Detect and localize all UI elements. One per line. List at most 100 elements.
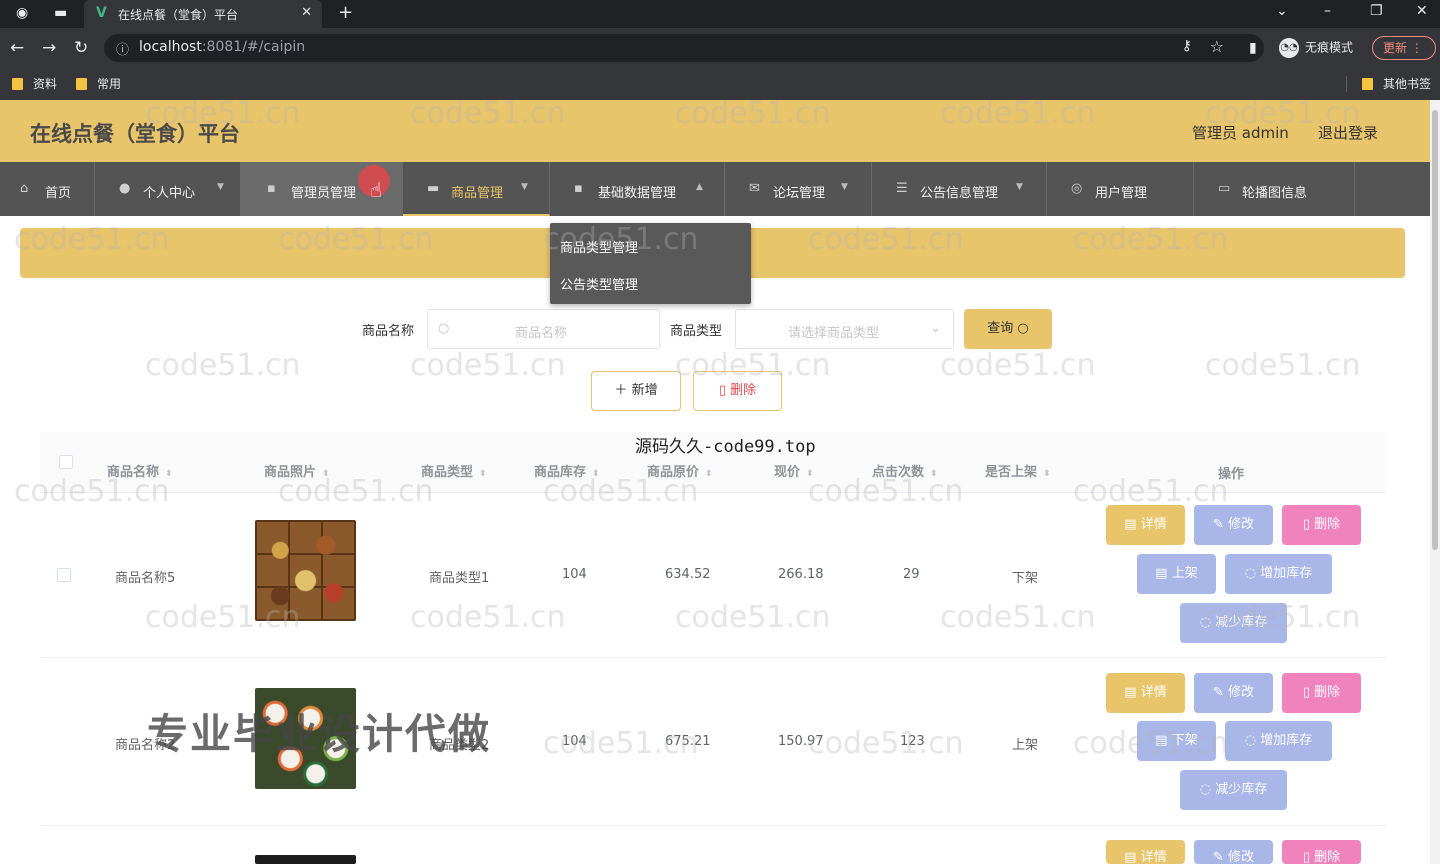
add-button[interactable]: ＋ 新增: [591, 371, 681, 411]
menu-item-users[interactable]: ◎ 用户管理: [1047, 162, 1194, 216]
side-panel-icon[interactable]: ▮: [1249, 40, 1257, 56]
update-label: 更新: [1383, 41, 1408, 55]
minimize-icon[interactable]: –: [1324, 3, 1331, 19]
new-tab-button[interactable]: +: [338, 2, 353, 23]
col-header-price[interactable]: 现价 ⬍: [774, 461, 814, 480]
update-button[interactable]: 更新 ⋮: [1372, 36, 1436, 60]
data-icon: ▪: [574, 181, 583, 196]
back-icon[interactable]: ←: [10, 38, 24, 58]
site-info-icon[interactable]: ⓘ: [116, 39, 129, 58]
batch-delete-button[interactable]: ▯ 删除: [693, 371, 782, 411]
row-checkbox[interactable]: [57, 568, 71, 582]
cell-price: 266.18: [778, 567, 824, 582]
menu-item-home[interactable]: ⌂ 首页: [0, 162, 95, 216]
cell-clicks: 123: [900, 734, 925, 749]
password-key-icon[interactable]: ⚷: [1182, 38, 1192, 54]
goods-type-select[interactable]: 请选择商品类型 ⌄: [735, 309, 954, 349]
col-header-photo[interactable]: 商品照片 ⬍: [264, 461, 330, 480]
edit-button[interactable]: ✎ 修改: [1194, 840, 1273, 864]
sort-icon[interactable]: ⬍: [930, 469, 938, 479]
col-header-orig-price[interactable]: 商品原价 ⬍: [647, 461, 713, 480]
detail-button[interactable]: ▤ 详情: [1106, 673, 1185, 713]
restore-icon[interactable]: ❐: [1370, 3, 1383, 19]
forward-icon[interactable]: →: [42, 38, 56, 58]
bookmark-star-icon[interactable]: ☆: [1210, 37, 1224, 56]
cell-type: 商品类型1: [429, 571, 490, 586]
sub-stock-button[interactable]: ◌ 减少库存: [1180, 603, 1287, 643]
goods-photo: [255, 520, 356, 621]
edit-button[interactable]: ✎ 修改: [1194, 505, 1273, 545]
sort-icon[interactable]: ⬍: [592, 469, 600, 479]
page-title: 在线点餐（堂食）平台: [30, 122, 240, 146]
menu-label: 管理员管理: [291, 186, 357, 201]
dropdown-item-notice-type[interactable]: 公告类型管理: [560, 274, 638, 293]
chevron-down-icon: ▼: [521, 182, 528, 192]
menu-item-profile[interactable]: ● 个人中心 ▼: [95, 162, 241, 216]
browser-tab[interactable]: V 在线点餐（堂食）平台 ✕: [84, 0, 322, 28]
row-delete-button[interactable]: ▯ 删除: [1282, 673, 1361, 713]
sort-icon[interactable]: ⬍: [322, 469, 330, 479]
shelf-toggle-button[interactable]: ▤ 上架: [1137, 554, 1216, 594]
detail-button[interactable]: ▤ 详情: [1106, 840, 1185, 864]
col-header-name[interactable]: 商品名称 ⬍: [107, 461, 173, 480]
tab-close-icon[interactable]: ✕: [301, 5, 312, 20]
scrollbar-thumb[interactable]: [1432, 110, 1438, 550]
sort-icon[interactable]: ⬍: [705, 469, 713, 479]
search-icon: ○: [1017, 321, 1029, 336]
menu-label: 基础数据管理: [598, 186, 677, 201]
browser-tabbar: ◉ ▬ V 在线点餐（堂食）平台 ✕ + ⌄ – ❐ ✕: [0, 0, 1440, 28]
folder-icon: [76, 78, 87, 90]
cell-stock: 104: [562, 567, 587, 582]
cell-status: 下架: [1012, 571, 1039, 586]
shelf-toggle-button[interactable]: ▤ 下架: [1137, 721, 1216, 761]
query-button[interactable]: 查询 ○: [964, 309, 1052, 349]
select-all-checkbox[interactable]: [59, 455, 73, 469]
window-icon[interactable]: ▬: [54, 5, 67, 21]
detail-button[interactable]: ▤ 详情: [1106, 505, 1185, 545]
sort-icon[interactable]: ⬍: [806, 469, 814, 479]
col-header-type[interactable]: 商品类型 ⬍: [421, 461, 487, 480]
sub-stock-button[interactable]: ◌ 减少库存: [1180, 770, 1287, 810]
goods-name-input[interactable]: ○ 商品名称: [427, 309, 660, 349]
menu-label: 个人中心: [143, 186, 196, 201]
incognito-badge[interactable]: ◔◔ 无痕模式: [1279, 38, 1353, 58]
close-window-icon[interactable]: ✕: [1416, 3, 1428, 19]
sort-icon[interactable]: ⬍: [1043, 469, 1051, 479]
bookmark-folder-1[interactable]: 资料: [12, 75, 57, 92]
menu-item-goods[interactable]: ▬ 商品管理 ▼: [403, 162, 550, 216]
row-delete-button[interactable]: ▯ 删除: [1282, 505, 1361, 545]
browser-menu-icon[interactable]: ◉: [16, 5, 28, 21]
user-icon: ●: [119, 181, 131, 196]
row-divider: [40, 492, 1385, 493]
folder-icon: [12, 78, 23, 90]
bookmark-label: 资料: [33, 77, 58, 91]
menu-item-carousel[interactable]: ▭ 轮播图信息: [1194, 162, 1355, 216]
other-bookmarks[interactable]: 其他书签: [1362, 75, 1431, 92]
cell-status: 上架: [1012, 738, 1039, 753]
page-scrollbar[interactable]: [1430, 100, 1440, 864]
chevron-down-icon: ▼: [217, 182, 224, 192]
logout-link[interactable]: 退出登录: [1318, 122, 1378, 143]
menu-label: 轮播图信息: [1242, 186, 1308, 201]
cell-stock: 104: [562, 734, 587, 749]
sort-icon[interactable]: ⬍: [479, 469, 487, 479]
tab-search-icon[interactable]: ⌄: [1276, 3, 1288, 19]
edit-button[interactable]: ✎ 修改: [1194, 673, 1273, 713]
menu-item-basedata[interactable]: ▪ 基础数据管理 ▲: [550, 162, 725, 216]
col-header-status[interactable]: 是否上架 ⬍: [985, 461, 1051, 480]
add-stock-button[interactable]: ◌ 增加库存: [1225, 554, 1332, 594]
url-field[interactable]: ⓘ localhost:8081/#/caipin ⚷ ☆: [104, 34, 1264, 62]
menu-item-notice[interactable]: ☰ 公告信息管理 ▼: [872, 162, 1047, 216]
col-header-stock[interactable]: 商品库存 ⬍: [534, 461, 600, 480]
sort-icon[interactable]: ⬍: [165, 469, 173, 479]
hand-cursor-icon: ☝: [370, 178, 383, 202]
reload-icon[interactable]: ↻: [74, 38, 88, 58]
row-delete-button[interactable]: ▯ 删除: [1282, 840, 1361, 864]
add-stock-button[interactable]: ◌ 增加库存: [1225, 721, 1332, 761]
chevron-down-icon: ▼: [841, 182, 848, 192]
dropdown-item-goods-type[interactable]: 商品类型管理: [560, 237, 638, 256]
col-header-clicks[interactable]: 点击次数 ⬍: [872, 461, 938, 480]
vue-logo-icon: V: [96, 5, 107, 21]
bookmark-folder-2[interactable]: 常用: [76, 75, 121, 92]
menu-item-forum[interactable]: ✉ 论坛管理 ▼: [725, 162, 872, 216]
